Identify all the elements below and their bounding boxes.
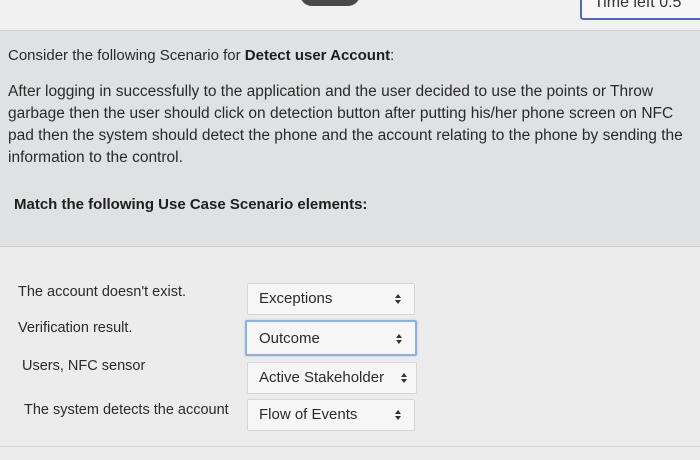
match-select-2[interactable]: Outcome: [245, 320, 417, 356]
question-panel: Consider the following Scenario for Dete…: [0, 30, 700, 247]
up-down-chevron-icon: [395, 294, 401, 304]
select-value-2: Outcome: [259, 330, 320, 347]
select-value-1: Exceptions: [259, 290, 333, 307]
select-value-4: Flow of Events: [259, 406, 358, 423]
match-label-2: Verification result.: [18, 320, 133, 336]
timer-text: Time left 0:5: [594, 0, 682, 11]
up-down-chevron-icon: [401, 373, 407, 383]
scenario-text: After logging in successfully to the app…: [8, 83, 683, 166]
cropped-icon: [300, 0, 360, 6]
intro-suffix: :: [390, 47, 395, 64]
up-down-chevron-icon: [396, 334, 402, 344]
select-value-3: Active Stakeholder: [259, 369, 385, 386]
up-down-chevron-icon: [395, 410, 401, 420]
match-select-1[interactable]: Exceptions: [247, 283, 415, 315]
question-intro: Consider the following Scenario for Dete…: [8, 47, 394, 64]
divider: [0, 446, 700, 447]
match-label-3: Users, NFC sensor: [22, 358, 146, 374]
match-select-4[interactable]: Flow of Events: [247, 399, 415, 431]
match-select-3[interactable]: Active Stakeholder: [247, 362, 417, 394]
timer-box: Time left 0:5: [580, 0, 700, 20]
top-bar: Time left 0:5: [0, 0, 700, 28]
intro-prefix: Consider the following Scenario for: [8, 47, 245, 64]
scenario-name: Detect user Account: [244, 47, 391, 64]
match-label-1: The account doesn't exist.: [18, 284, 187, 300]
match-label-4: The system detects the account: [24, 402, 229, 418]
match-instruction: Match the following Use Case Scenario el…: [14, 196, 368, 213]
